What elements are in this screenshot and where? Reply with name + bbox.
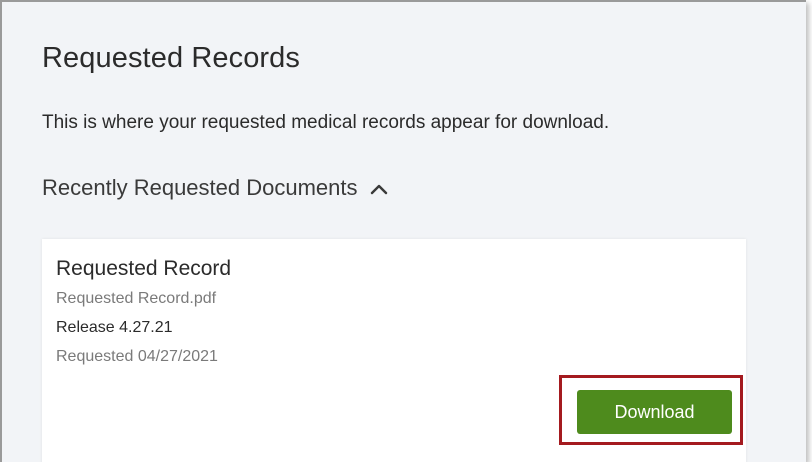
record-card: Requested Record Requested Record.pdf Re… xyxy=(42,239,746,462)
record-title: Requested Record xyxy=(56,257,232,280)
section-title: Recently Requested Documents xyxy=(42,175,358,200)
record-requested-date: Requested 04/27/2021 xyxy=(56,348,218,365)
requested-records-panel: Requested Records This is where your req… xyxy=(0,0,806,462)
page-title: Requested Records xyxy=(42,42,301,74)
download-button[interactable]: Download xyxy=(577,390,732,434)
chevron-up-icon xyxy=(370,182,388,195)
record-release: Release 4.27.21 xyxy=(56,319,173,336)
recently-requested-toggle[interactable]: Recently Requested Documents xyxy=(42,175,388,201)
record-filename: Requested Record.pdf xyxy=(56,290,217,307)
page-description: This is where your requested medical rec… xyxy=(42,112,610,133)
